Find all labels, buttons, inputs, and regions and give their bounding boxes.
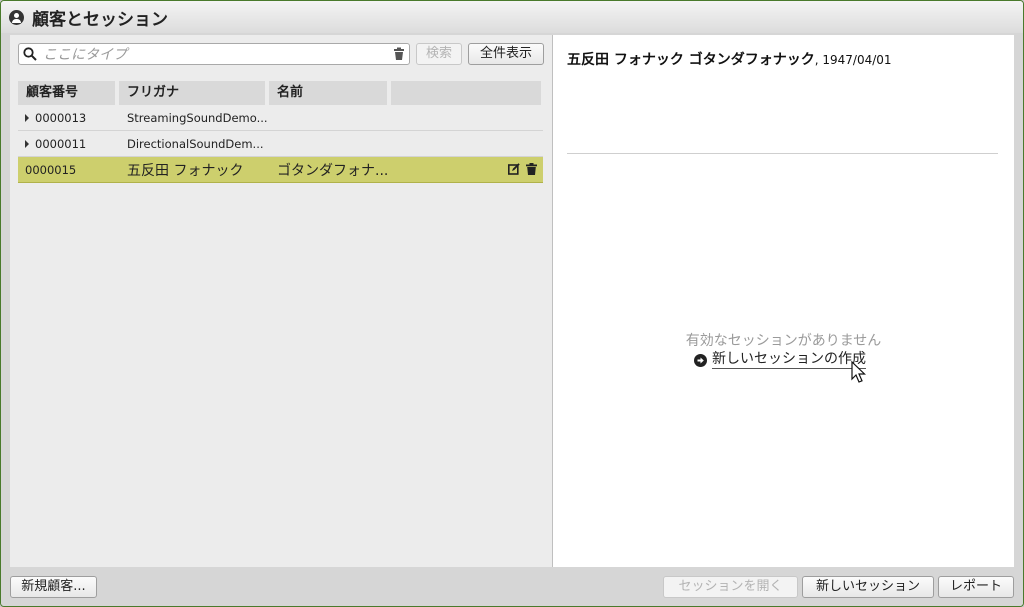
customer-number-cell: 0000011 (18, 137, 119, 151)
name-cell: ゴタンダフォナ... (277, 162, 389, 179)
report-button[interactable]: レポート (938, 576, 1014, 598)
window-title: 顧客とセッション (32, 9, 168, 30)
trash-icon[interactable] (526, 163, 537, 175)
new-customer-button[interactable]: 新規顧客... (10, 576, 97, 598)
search-input[interactable] (41, 45, 385, 65)
bottom-toolbar: 新規顧客... セッションを開く 新しいセッション レポート (1, 568, 1023, 606)
column-header-name[interactable]: 名前 (269, 81, 387, 105)
table-row-selected[interactable]: 0000015 五反田 フォナック ゴタンダフォナ... (18, 157, 543, 183)
customer-birthdate: , 1947/04/01 (814, 53, 892, 67)
clear-icon[interactable] (393, 47, 405, 61)
customer-detail-panel: 五反田 フォナック ゴタンダフォナック, 1947/04/01 有効なセッション… (553, 35, 1014, 567)
create-session-link[interactable]: 新しいセッションの作成 (694, 351, 866, 369)
expand-arrow-icon[interactable] (25, 139, 29, 148)
customers-sessions-window: 顧客とセッション 検索 全件表示 顧客番号 フリガナ (0, 0, 1024, 607)
furigana-cell: 五反田 フォナック (127, 162, 244, 179)
customer-list-panel: 検索 全件表示 顧客番号 フリガナ 名前 0000013 StreamingSo… (10, 35, 553, 567)
edit-icon[interactable] (508, 163, 520, 175)
arrow-circle-icon (694, 353, 707, 367)
customer-name: 五反田 フォナック ゴタンダフォナック (567, 52, 815, 68)
row-actions (508, 163, 537, 175)
title-bar: 顧客とセッション (1, 1, 1023, 33)
furigana-cell: DirectionalSoundDem... (127, 136, 264, 151)
column-header-customer-number[interactable]: 顧客番号 (18, 81, 115, 105)
search-row: 検索 全件表示 (18, 43, 544, 65)
furigana-cell: StreamingSoundDemo... (127, 110, 268, 125)
expand-arrow-icon[interactable] (25, 113, 29, 122)
divider (567, 153, 998, 154)
no-session-message: 有効なセッションがありません (685, 333, 882, 349)
show-all-button[interactable]: 全件表示 (468, 43, 544, 65)
table-header: 顧客番号 フリガナ 名前 (18, 81, 543, 105)
search-icon (23, 47, 37, 61)
mouse-cursor-icon (851, 361, 866, 383)
customer-header: 五反田 フォナック ゴタンダフォナック, 1947/04/01 (567, 49, 892, 69)
column-header-furigana[interactable]: フリガナ (119, 81, 265, 105)
customer-number: 0000015 (25, 162, 77, 177)
customer-number: 0000011 (35, 136, 87, 151)
customer-number-cell: 0000013 (18, 111, 119, 125)
search-button[interactable]: 検索 (416, 43, 462, 65)
customer-number: 0000013 (35, 110, 87, 125)
table-row[interactable]: 0000013 StreamingSoundDemo... (18, 105, 543, 131)
customer-number-cell: 0000015 (18, 163, 119, 177)
search-box[interactable] (18, 43, 410, 65)
customer-table: 顧客番号 フリガナ 名前 0000013 StreamingSoundDemo.… (18, 81, 543, 183)
create-session-link-text[interactable]: 新しいセッションの作成 (712, 351, 866, 369)
new-session-button[interactable]: 新しいセッション (802, 576, 934, 598)
column-header-extra (391, 81, 541, 105)
table-row[interactable]: 0000011 DirectionalSoundDem... (18, 131, 543, 157)
open-session-button[interactable]: セッションを開く (663, 576, 798, 598)
user-icon (9, 9, 24, 25)
